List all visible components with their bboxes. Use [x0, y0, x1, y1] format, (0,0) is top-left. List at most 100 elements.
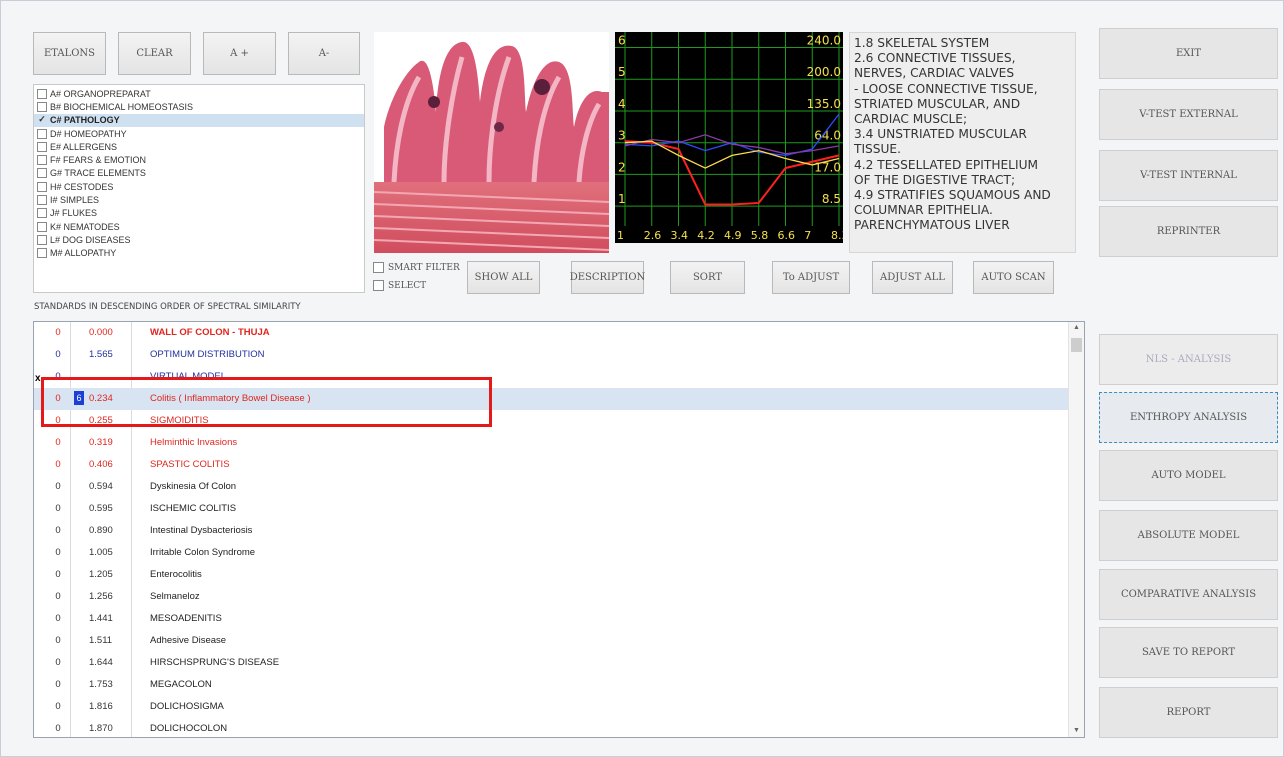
- y-tick-label: 2: [618, 160, 626, 174]
- category-checkbox[interactable]: [37, 181, 47, 192]
- v-test-external-button[interactable]: V-TEST EXTERNAL: [1099, 89, 1278, 140]
- row-count: 0: [55, 657, 61, 668]
- etalons-button[interactable]: ETALONS: [33, 32, 106, 75]
- category-label: C# PATHOLOGY: [50, 115, 120, 126]
- row-value: 0.319: [89, 437, 113, 448]
- category-checkbox[interactable]: [37, 208, 47, 219]
- absolute-model-button[interactable]: ABSOLUTE MODEL: [1099, 510, 1278, 561]
- category-list[interactable]: A# ORGANOPREPARAT B# BIOCHEMICAL HOMEOSTA…: [33, 84, 365, 293]
- category-checkbox[interactable]: [37, 141, 47, 152]
- category-item[interactable]: I# SIMPLES: [34, 193, 364, 206]
- table-row[interactable]: 0 1.816 DOLICHOSIGMA: [34, 696, 1070, 718]
- table-scrollbar[interactable]: ▲ ▼: [1068, 322, 1084, 737]
- adjust-all-button[interactable]: ADJUST ALL: [872, 261, 953, 294]
- show-all-button[interactable]: SHOW ALL: [467, 261, 540, 294]
- x-tick-label: 5.8: [751, 229, 769, 242]
- select-box[interactable]: [373, 280, 384, 291]
- a-minus-button[interactable]: A-: [288, 32, 360, 75]
- y-tick-label: 6: [618, 34, 626, 48]
- row-rank-badge: [74, 501, 84, 515]
- table-row[interactable]: 0 1.441 MESOADENITIS: [34, 608, 1070, 630]
- row-count: 0: [55, 525, 61, 536]
- row-count: 0: [55, 701, 61, 712]
- row-rank-badge: [74, 347, 84, 361]
- table-row[interactable]: 0 1.644 HIRSCHSPRUNG'S DISEASE: [34, 652, 1070, 674]
- to-adjust-button[interactable]: To ADJUST: [772, 261, 850, 294]
- v-test-internal-button[interactable]: V-TEST INTERNAL: [1099, 150, 1278, 201]
- table-row[interactable]: 0 0.406 SPASTIC COLITIS: [34, 454, 1070, 476]
- category-item[interactable]: L# DOG DISEASES: [34, 233, 364, 246]
- row-count: 0: [55, 591, 61, 602]
- table-row[interactable]: 0 1.565 OPTIMUM DISTRIBUTION: [34, 344, 1070, 366]
- category-item[interactable]: G# TRACE ELEMENTS: [34, 167, 364, 180]
- category-item[interactable]: F# FEARS & EMOTION: [34, 153, 364, 166]
- auto-scan-button[interactable]: AUTO SCAN: [973, 261, 1054, 294]
- scroll-thumb[interactable]: [1071, 338, 1082, 352]
- smart-filter-checkbox[interactable]: SMART FILTER: [373, 262, 460, 273]
- table-row[interactable]: 0 1.005 Irritable Colon Syndrome: [34, 542, 1070, 564]
- row-count: 0: [55, 481, 61, 492]
- table-row[interactable]: 0 1.870 DOLICHOCOLON: [34, 718, 1070, 737]
- app-window: ETALONS CLEAR A + A- A# ORGANOPREPARAT B# BI…: [0, 0, 1284, 757]
- table-row[interactable]: 0 0.319 Helminthic Invasions: [34, 432, 1070, 454]
- smart-filter-box[interactable]: [373, 262, 384, 273]
- scroll-down-icon[interactable]: ▼: [1073, 727, 1080, 734]
- row-value: 0.890: [89, 525, 113, 536]
- row-value: 1.005: [89, 547, 113, 558]
- row-rank-badge: [74, 523, 84, 537]
- table-row[interactable]: 0 1.256 Selmaneloz: [34, 586, 1070, 608]
- category-item[interactable]: B# BIOCHEMICAL HOMEOSTASIS: [34, 100, 364, 113]
- table-row[interactable]: 0 0.594 Dyskinesia Of Colon: [34, 476, 1070, 498]
- category-item[interactable]: D# HOMEOPATHY: [34, 127, 364, 140]
- description-button[interactable]: DESCRIPTION: [570, 261, 645, 294]
- description-line: 4.2 TESSELLATED EPITHELIUM: [854, 157, 1039, 172]
- table-row[interactable]: 0 0.595 ISCHEMIC COLITIS: [34, 498, 1070, 520]
- row-value: 1.870: [89, 723, 113, 734]
- category-checkbox[interactable]: [37, 88, 47, 99]
- category-item[interactable]: H# CESTODES: [34, 180, 364, 193]
- clear-button[interactable]: CLEAR: [118, 32, 191, 75]
- enthropy-analysis-button[interactable]: ENTHROPY ANALYSIS: [1099, 392, 1278, 443]
- exit-button[interactable]: EXIT: [1099, 28, 1278, 79]
- row-rank-badge: [74, 699, 84, 713]
- row-marker-icon: x: [35, 373, 41, 384]
- row-name: Selmaneloz: [150, 591, 200, 602]
- table-row[interactable]: 0 0.000 WALL OF COLON - THUJA: [34, 322, 1070, 344]
- auto-model-button[interactable]: AUTO MODEL: [1099, 450, 1278, 501]
- category-item[interactable]: J# FLUKES: [34, 207, 364, 220]
- category-checkbox[interactable]: [37, 128, 47, 139]
- row-name: SPASTIC COLITIS: [150, 459, 230, 470]
- sort-button[interactable]: SORT: [670, 261, 745, 294]
- row-rank-badge: [74, 457, 84, 471]
- category-checkbox[interactable]: [37, 155, 47, 166]
- save-to-report-button[interactable]: SAVE TO REPORT: [1099, 627, 1278, 678]
- category-checkbox[interactable]: [37, 168, 47, 179]
- category-label: B# BIOCHEMICAL HOMEOSTASIS: [50, 101, 194, 112]
- category-item[interactable]: ✓ C# PATHOLOGY: [34, 113, 364, 127]
- reprinter-button[interactable]: REPRINTER: [1099, 206, 1278, 257]
- category-checkbox[interactable]: [37, 221, 47, 232]
- category-checkbox[interactable]: [37, 248, 47, 259]
- table-row[interactable]: 0 1.753 MEGACOLON: [34, 674, 1070, 696]
- table-row[interactable]: 0 0.890 Intestinal Dysbacteriosis: [34, 520, 1070, 542]
- category-item[interactable]: A# ORGANOPREPARAT: [34, 87, 364, 100]
- a-plus-button[interactable]: A +: [203, 32, 276, 75]
- category-item[interactable]: M# ALLOPATHY: [34, 247, 364, 260]
- checkmark-icon[interactable]: ✓: [37, 115, 47, 125]
- comparative-analysis-button[interactable]: COMPARATIVE ANALYSIS: [1099, 569, 1278, 620]
- category-item[interactable]: E# ALLERGENS: [34, 140, 364, 153]
- category-checkbox[interactable]: [37, 195, 47, 206]
- row-value: 1.816: [89, 701, 113, 712]
- scroll-up-icon[interactable]: ▲: [1073, 324, 1080, 331]
- report-button[interactable]: REPORT: [1099, 687, 1278, 738]
- row-count: 0: [55, 635, 61, 646]
- category-checkbox[interactable]: [37, 234, 47, 245]
- nls-analysis-button[interactable]: NLS - ANALYSIS: [1099, 334, 1278, 385]
- row-name: Enterocolitis: [150, 569, 202, 580]
- table-row[interactable]: 0 1.205 Enterocolitis: [34, 564, 1070, 586]
- category-checkbox[interactable]: [37, 101, 47, 112]
- spectral-chart: 6 5 4 3 2 1 240.0 200.0 135.0 64.0 17.0 8.5 1 2.6 3.4 4…: [615, 32, 849, 243]
- select-checkbox[interactable]: SELECT: [373, 280, 426, 291]
- category-item[interactable]: K# NEMATODES: [34, 220, 364, 233]
- table-row[interactable]: 0 1.511 Adhesive Disease: [34, 630, 1070, 652]
